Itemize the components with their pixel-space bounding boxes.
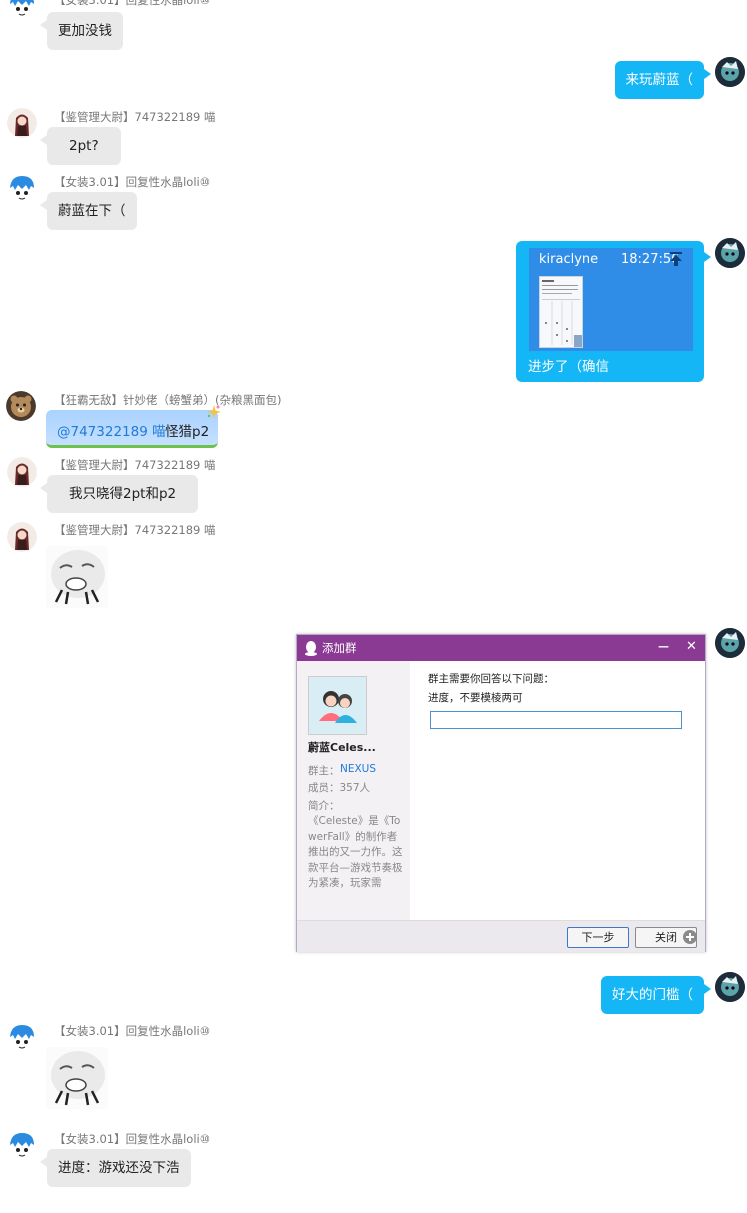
- message-bubble-self-card[interactable]: kiraclyne 18:27:56 进步了（确信: [516, 241, 711, 382]
- intro-label: 简介：: [308, 800, 340, 812]
- message-text: 怪猎p2: [165, 424, 210, 440]
- message-bubble-themed[interactable]: @747322189 喵 怪猎p2: [46, 405, 221, 448]
- intro-text: 《Celeste》是《TowerFall》的制作者推出的又一力作。这款平台—游戏…: [308, 815, 403, 889]
- avatar-bluehair[interactable]: [7, 0, 37, 20]
- screenshot-thumbnail[interactable]: [539, 276, 583, 348]
- dialog-footer: 下一步 关闭: [297, 920, 705, 952]
- message-text: 进步了（确信: [528, 359, 609, 375]
- owner-link[interactable]: NEXUS: [340, 763, 376, 775]
- avatar-self[interactable]: [715, 628, 745, 658]
- avatar-brownhair[interactable]: [7, 108, 37, 138]
- message-bubble[interactable]: 进度：游戏还没下浩: [40, 1149, 191, 1187]
- group-info-panel: 蔚蓝Celes... 群主： NEXUS 成员：357人 简介： 《Celest…: [297, 661, 410, 920]
- question-text: 进度，不要模棱两可: [428, 692, 523, 704]
- sender-name: 【鉴管理大尉】747322189 喵: [54, 523, 216, 537]
- avatar-brownhair[interactable]: [7, 457, 37, 487]
- dialog-title: 添加群: [322, 641, 357, 655]
- mention-link[interactable]: @747322189 喵: [57, 420, 166, 440]
- shared-screenshot-card[interactable]: kiraclyne 18:27:56: [529, 248, 693, 351]
- sender-name: 【鉴管理大尉】747322189 喵: [54, 110, 216, 124]
- sparkle-decoration-icon: [206, 404, 222, 420]
- sender-name: 【女装3.01】回复性水晶loli⑩: [54, 1132, 211, 1146]
- sender-name: 【女装3.01】回复性水晶loli⑩: [54, 175, 211, 189]
- group-name: 蔚蓝Celes...: [308, 741, 376, 754]
- avatar-bluehair[interactable]: [7, 174, 37, 204]
- avatar-self[interactable]: [715, 57, 745, 87]
- message-bubble[interactable]: 我只晓得2pt和p2: [39, 475, 199, 513]
- answer-input[interactable]: [430, 711, 682, 729]
- zoom-in-icon[interactable]: [683, 930, 697, 944]
- sender-name: 【狂霸无敌】针妙佬（螃蟹弟）(杂粮黑面包): [54, 393, 282, 407]
- next-step-button[interactable]: 下一步: [567, 927, 629, 948]
- sender-name: 【女装3.01】回复性水晶loli⑩: [54, 1024, 211, 1038]
- meme-sticker-image[interactable]: [46, 1047, 108, 1109]
- meme-sticker-image[interactable]: [46, 546, 108, 608]
- qq-penguin-icon: [304, 640, 318, 656]
- card-user: kiraclyne: [539, 252, 599, 267]
- close-icon[interactable]: ✕: [686, 639, 697, 654]
- message-bubble[interactable]: 蔚蓝在下（: [40, 192, 137, 230]
- message-bubble-self[interactable]: 好大的门槛（: [601, 976, 711, 1014]
- sender-name: 【鉴管理大尉】747322189 喵: [54, 458, 216, 472]
- avatar-bluehair[interactable]: [7, 1131, 37, 1161]
- pin-top-icon[interactable]: [669, 251, 683, 267]
- message-bubble[interactable]: 2pt?: [40, 127, 121, 165]
- avatar-bear[interactable]: [6, 391, 36, 421]
- dialog-titlebar[interactable]: 添加群 — ✕: [297, 635, 705, 661]
- message-bubble[interactable]: 更加没钱: [40, 12, 123, 50]
- minimize-button[interactable]: —: [658, 640, 669, 653]
- avatar-bluehair[interactable]: [7, 1023, 37, 1053]
- owner-label: 群主：: [308, 765, 340, 777]
- member-count: 成员：357人: [308, 782, 371, 794]
- add-group-dialog-screenshot[interactable]: 添加群 — ✕ 蔚蓝Celes... 群主： NEXUS 成员：357人 简介：…: [296, 634, 706, 952]
- avatar-self[interactable]: [715, 972, 745, 1002]
- avatar-self[interactable]: [715, 238, 745, 268]
- sender-name: 【女装3.01】回复性水晶loli⑩: [54, 0, 211, 7]
- group-avatar[interactable]: [308, 676, 367, 735]
- question-title: 群主需要你回答以下问题：: [428, 673, 554, 685]
- avatar-brownhair[interactable]: [7, 522, 37, 552]
- message-bubble-self[interactable]: 来玩蔚蓝（: [614, 61, 711, 99]
